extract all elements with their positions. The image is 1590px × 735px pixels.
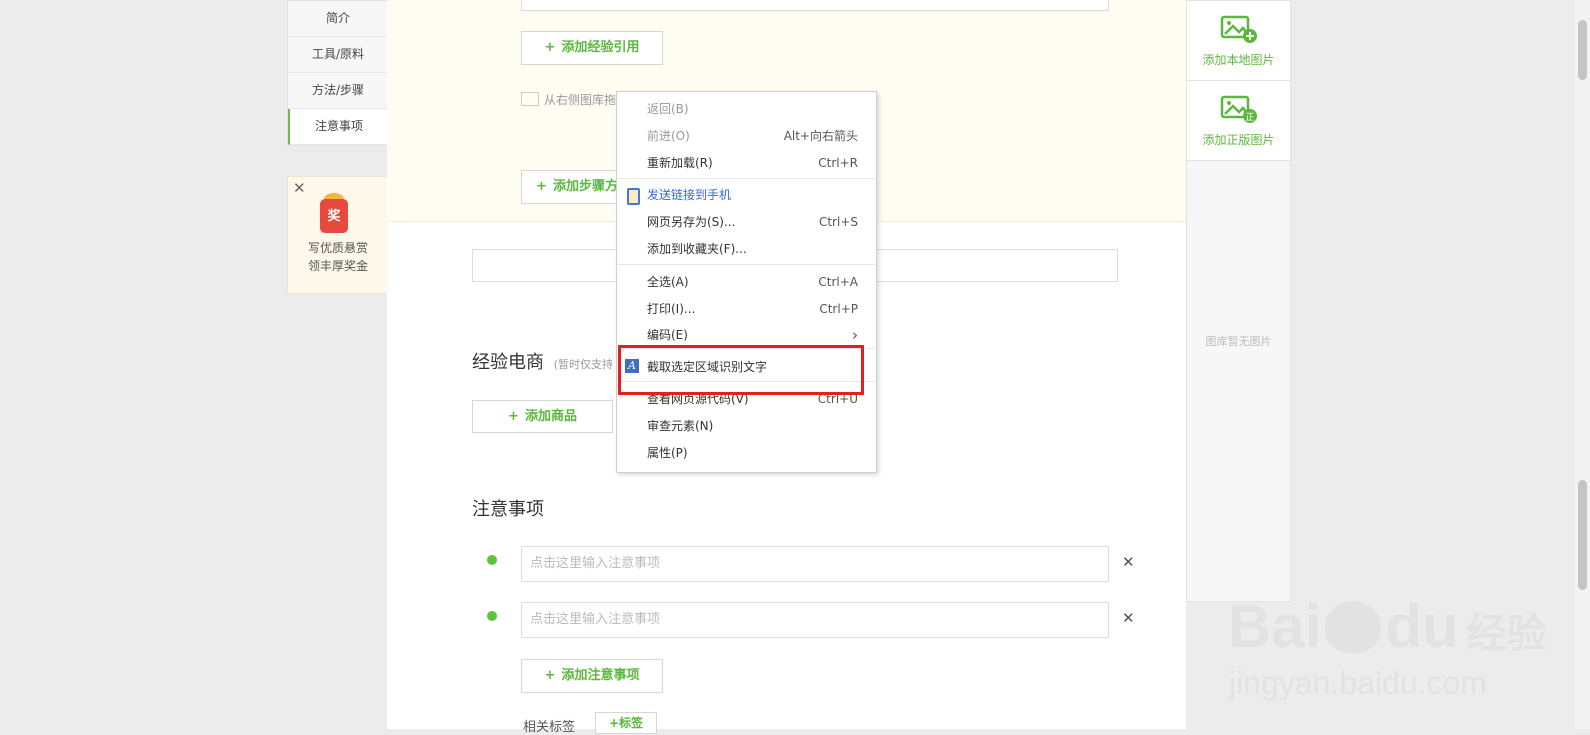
ecommerce-title-text: 经验电商: [472, 352, 544, 373]
tags-label: 相关标签: [523, 720, 576, 735]
add-local-image-button[interactable]: 添加本地图片: [1187, 1, 1290, 81]
menu-item-label: 全选(A): [647, 275, 689, 289]
remove-note-icon[interactable]: ✕: [1122, 609, 1135, 627]
gallery-empty-text: 图库暂无图片: [1205, 335, 1272, 348]
menu-shortcut: Ctrl+A: [818, 275, 858, 289]
menu-item-label: 发送链接到手机: [647, 188, 732, 202]
red-highlight-box: [618, 345, 864, 395]
add-image-icon: [1220, 15, 1257, 43]
baidu-watermark-logo: Bai du 经验: [1228, 592, 1547, 661]
add-tag-button[interactable]: +标签: [595, 712, 657, 734]
menu-item-print[interactable]: 打印(I)... Ctrl+P: [617, 296, 876, 322]
add-note-button[interactable]: + 添加注意事项: [521, 659, 663, 693]
plus-icon: +: [544, 668, 556, 683]
add-product-label: 添加商品: [524, 409, 577, 424]
reward-line-1: 写优质悬赏: [307, 241, 368, 255]
add-licensed-image-label: 添加正版图片: [1202, 133, 1275, 147]
menu-item-label: 网页另存为(S)...: [647, 215, 736, 229]
reference-input[interactable]: [521, 0, 1109, 11]
menu-separator: [618, 178, 875, 179]
licensed-image-icon: 正: [1220, 95, 1257, 123]
notes-title: 注意事项: [472, 499, 544, 520]
ecommerce-note: (暂时仅支持: [553, 358, 614, 371]
plus-icon: +: [536, 179, 547, 194]
bullet-dot: [487, 555, 497, 565]
menu-item-label: 前进(O): [647, 129, 690, 143]
remove-note-icon[interactable]: ✕: [1122, 553, 1135, 571]
ecommerce-title: 经验电商 (暂时仅支持: [472, 348, 613, 374]
menu-item-label: 属性(P): [647, 446, 688, 460]
paw-icon: [1325, 601, 1382, 653]
add-reference-label: 添加经验引用: [561, 40, 640, 55]
menu-item-label: 打印(I)...: [647, 302, 696, 316]
menu-item-reload[interactable]: 重新加载(R) Ctrl+R: [617, 150, 876, 176]
watermark-url: jingyan.baidu.com: [1229, 665, 1487, 701]
phone-icon: [627, 188, 640, 205]
image-gallery-panel: 添加本地图片 正 添加正版图片 图库暂无图片: [1186, 0, 1291, 602]
menu-item-label: 重新加载(R): [647, 156, 713, 170]
nav-item-notes[interactable]: 注意事项: [288, 109, 388, 145]
context-menu: 返回(B) 前进(O) Alt+向右箭头 重新加载(R) Ctrl+R 发送链接到手…: [616, 91, 877, 473]
image-icon: [521, 92, 539, 106]
menu-item-back[interactable]: 返回(B): [617, 96, 876, 122]
close-icon[interactable]: ✕: [293, 179, 306, 197]
add-step-label: 添加步骤方: [552, 179, 618, 194]
menu-item-properties[interactable]: 属性(P): [617, 440, 876, 466]
add-licensed-image-button[interactable]: 正 添加正版图片: [1187, 81, 1290, 161]
note-input-2[interactable]: 点击这里输入注意事项: [521, 602, 1109, 638]
menu-item-send-to-phone[interactable]: 发送链接到手机: [617, 182, 876, 208]
watermark-brand: Bai: [1228, 593, 1322, 660]
watermark-brand-2: du: [1385, 593, 1459, 660]
note-input-1[interactable]: 点击这里输入注意事项: [521, 546, 1109, 582]
menu-item-label: 审查元素(N): [647, 419, 714, 433]
bullet-dot: [487, 611, 497, 621]
menu-item-save-as[interactable]: 网页另存为(S)... Ctrl+S: [617, 209, 876, 235]
menu-item-label: 返回(B): [647, 102, 689, 116]
nav-item-tools[interactable]: 工具/原料: [288, 37, 388, 73]
menu-shortcut: Alt+向右箭头: [783, 129, 858, 143]
menu-item-inspect[interactable]: 审查元素(N): [617, 413, 876, 439]
add-product-button[interactable]: + 添加商品: [472, 400, 613, 433]
menu-shortcut: Ctrl+S: [818, 215, 858, 229]
scrollbar-thumb-top[interactable]: [1578, 20, 1587, 80]
drag-hint-text: 从右侧图库拖: [544, 93, 617, 107]
reward-card[interactable]: ✕ 奖 写优质悬赏 领丰厚奖金: [287, 176, 389, 294]
menu-item-select-all[interactable]: 全选(A) Ctrl+A: [617, 269, 876, 295]
nav-item-steps[interactable]: 方法/步骤: [288, 73, 388, 109]
plus-icon: +: [544, 40, 556, 55]
left-nav: 简介 工具/原料 方法/步骤 注意事项: [287, 0, 389, 146]
reward-line-2: 领丰厚奖金: [307, 259, 368, 273]
add-local-image-label: 添加本地图片: [1202, 53, 1275, 67]
reward-text: 写优质悬赏 领丰厚奖金: [288, 239, 388, 275]
menu-item-add-favorite[interactable]: 添加到收藏夹(F)...: [617, 236, 876, 262]
drag-hint: 从右侧图库拖: [521, 91, 616, 108]
add-note-label: 添加注意事项: [561, 668, 640, 683]
nav-item-intro[interactable]: 简介: [288, 1, 388, 37]
menu-item-label: 添加到收藏夹(F)...: [647, 242, 747, 256]
watermark-brand-cn: 经验: [1466, 612, 1547, 656]
menu-shortcut: Ctrl+P: [819, 302, 858, 316]
scrollbar-thumb[interactable]: [1578, 480, 1587, 590]
menu-shortcut: Ctrl+R: [818, 156, 858, 170]
scrollbar[interactable]: [1575, 0, 1590, 729]
svg-text:正: 正: [1245, 113, 1254, 123]
menu-item-forward[interactable]: 前进(O) Alt+向右箭头: [617, 123, 876, 149]
add-reference-button[interactable]: + 添加经验引用: [521, 31, 663, 65]
plus-icon: +: [508, 409, 519, 424]
reward-badge-icon: 奖: [320, 199, 348, 233]
menu-separator: [618, 264, 875, 265]
